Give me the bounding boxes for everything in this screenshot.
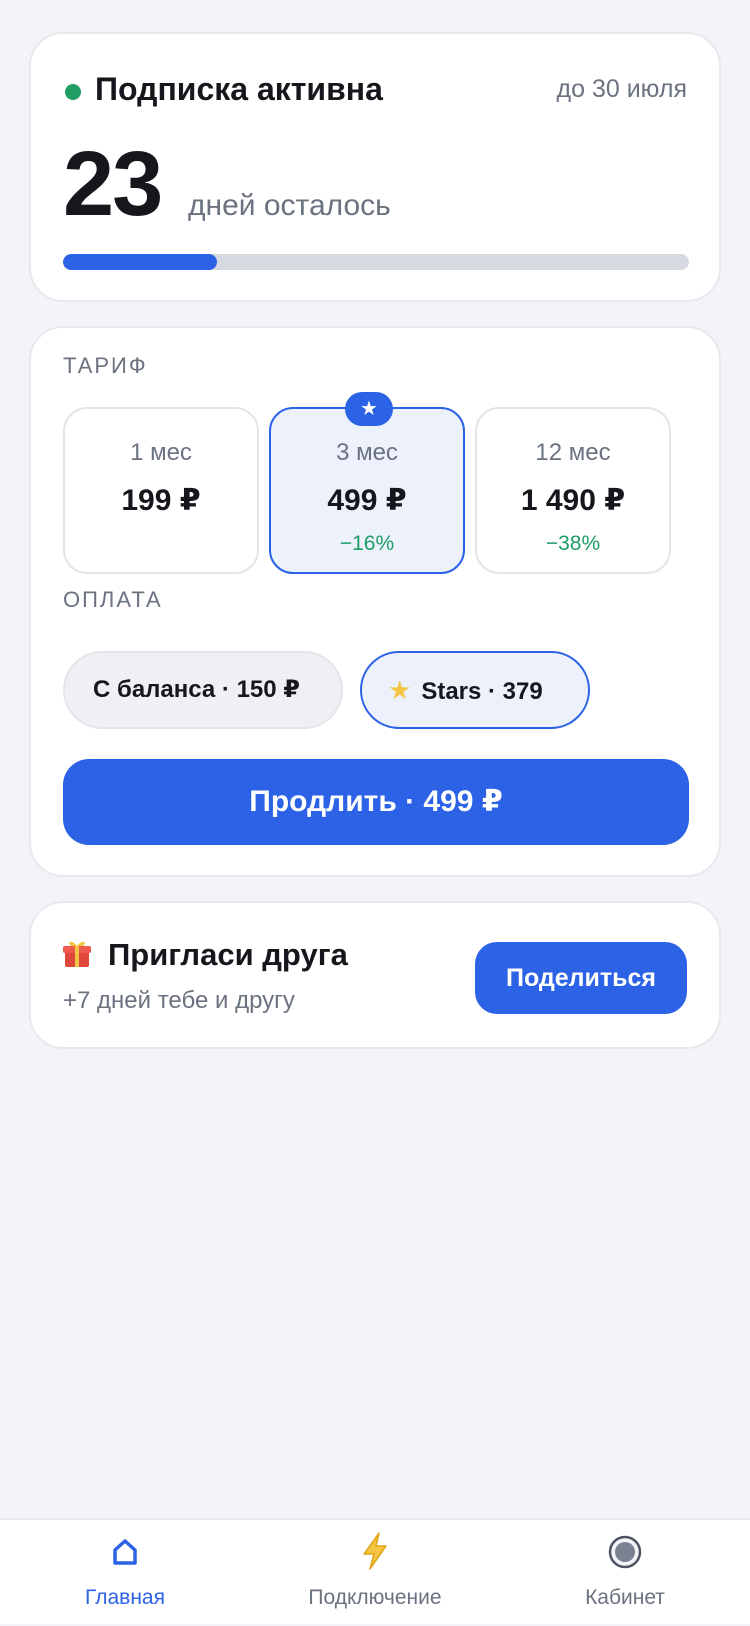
nav-item-cabinet[interactable]: Кабинет: [540, 1520, 710, 1626]
bottom-navigation: Главная Подключение Кабинет: [0, 1518, 750, 1624]
gift-icon: [63, 941, 91, 967]
plan-option-12-months[interactable]: 12 мес 1 490 ₽ −38%: [475, 407, 671, 574]
subscription-status-title: Подписка активна: [95, 71, 383, 107]
tariff-section-label: ТАРИФ: [63, 353, 148, 378]
share-button[interactable]: Поделиться: [475, 942, 687, 1014]
invite-friend-subtitle: +7 дней тебе и другу: [63, 987, 295, 1014]
plan-discount: −38%: [545, 532, 601, 555]
plan-period: 1 мес: [130, 439, 192, 466]
renew-subscription-button[interactable]: Продлить · 499 ₽: [63, 759, 689, 845]
payment-section-label: ОПЛАТА: [63, 587, 163, 612]
subscription-progress-fill: [63, 254, 217, 270]
subscription-end-date: до 30 июля: [556, 75, 687, 103]
plan-price: 1 490 ₽: [520, 484, 626, 517]
subscription-status-card: Подписка активна до 30 июля 23 дней оста…: [29, 32, 721, 302]
star-icon: ★: [345, 392, 393, 426]
plan-period: 3 мес: [336, 439, 398, 466]
plan-price: 199 ₽: [121, 484, 201, 517]
pay-with-stars-button[interactable]: ★ Stars · 379: [360, 651, 590, 729]
profile-circle-icon: [608, 1535, 642, 1569]
invite-friend-card: Пригласи друга +7 дней тебе и другу Поде…: [29, 901, 721, 1049]
tariff-card: ТАРИФ 1 мес 199 ₽ ★ 3 мес 499 ₽ −16% 12 …: [29, 326, 721, 877]
plan-option-1-month[interactable]: 1 мес 199 ₽: [63, 407, 259, 574]
invite-friend-title: Пригласи друга: [108, 937, 348, 972]
days-left-label: дней осталось: [188, 189, 391, 222]
nav-item-connection[interactable]: Подключение: [280, 1520, 470, 1626]
plan-discount: −16%: [339, 532, 395, 555]
plan-price: 499 ₽: [327, 484, 407, 517]
nav-label-cabinet: Кабинет: [585, 1586, 665, 1609]
plan-option-3-months[interactable]: ★ 3 мес 499 ₽ −16%: [269, 392, 465, 574]
star-icon: ★: [388, 675, 412, 705]
pay-with-stars-label: Stars · 379: [421, 678, 543, 705]
home-icon: [113, 1539, 137, 1565]
nav-label-home: Главная: [85, 1586, 165, 1609]
nav-label-connection: Подключение: [308, 1586, 442, 1609]
plan-period: 12 мес: [535, 439, 611, 466]
days-left-count: 23: [63, 133, 163, 235]
subscription-progress-bar: [63, 254, 689, 270]
lightning-icon: [363, 1532, 387, 1570]
pay-from-balance-button[interactable]: С баланса · 150 ₽: [63, 651, 343, 729]
status-dot-icon: [65, 84, 81, 100]
pay-from-balance-label: С баланса · 150 ₽: [93, 676, 300, 703]
nav-item-home[interactable]: Главная: [40, 1520, 210, 1626]
